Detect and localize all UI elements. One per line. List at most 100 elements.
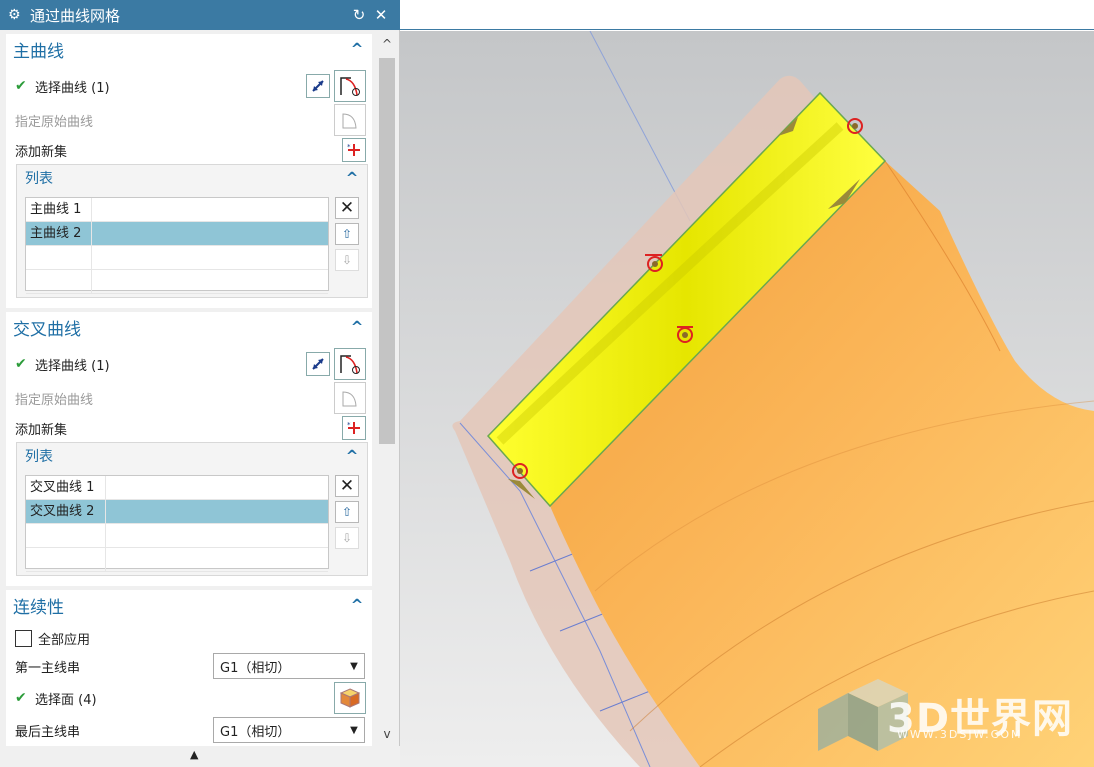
curve-rule-button[interactable] (334, 348, 366, 380)
table-row (26, 246, 328, 270)
collapse-icon[interactable]: ^ (348, 40, 366, 58)
table-row[interactable]: 交叉曲线 2 (26, 500, 328, 524)
move-down-button[interactable]: ⇩ (335, 527, 359, 549)
primary-curves-header[interactable]: 主曲线 ^ (6, 34, 372, 64)
collapse-icon[interactable]: ^ (343, 169, 361, 187)
curve-rule-button[interactable] (334, 70, 366, 102)
select-curve-label: 选择曲线 (1) (35, 358, 110, 374)
add-icon: * (347, 421, 360, 434)
dialog-panel: ⚙ 通过曲线网格 ↻ ✕ 主曲线 ^ ✔ 选择曲线 (1) 指定原始曲线 添加新… (0, 0, 400, 767)
origin-curve-icon (342, 391, 357, 407)
first-primary-select[interactable]: G1（相切） ▼ (213, 653, 365, 679)
scrollbar-thumb[interactable] (379, 58, 395, 444)
apply-all-row[interactable]: 全部应用 (6, 624, 372, 652)
table-row (26, 524, 328, 548)
continuity-header[interactable]: 连续性 ^ (6, 590, 372, 620)
move-up-button[interactable]: ⇧ (335, 501, 359, 523)
specify-origin-curve-row: 指定原始曲线 (6, 106, 372, 134)
table-row[interactable]: 主曲线 1 (26, 198, 328, 222)
specify-origin-curve-row: 指定原始曲线 (6, 384, 372, 412)
primary-curves-table: 主曲线 1 主曲线 2 (25, 197, 329, 294)
list-item[interactable]: 交叉曲线 2 (26, 500, 106, 523)
specify-origin-curve-button[interactable] (334, 104, 366, 136)
select-face-button[interactable] (334, 682, 366, 714)
collapse-icon[interactable]: ^ (343, 447, 361, 465)
list-item[interactable]: 交叉曲线 1 (26, 476, 106, 499)
primary-list-title: 列表 (25, 171, 53, 187)
continuity-group: 连续性 ^ 全部应用 第一主线串 G1（相切） ▼ ✔ 选择面 (4) 最后主线… (6, 590, 372, 746)
first-primary-label: 第一主线串 (15, 660, 81, 676)
origin-curve-icon (342, 113, 357, 129)
gear-icon[interactable]: ⚙ (8, 7, 26, 23)
curve-rule-icon (340, 355, 360, 374)
table-row[interactable]: 交叉曲线 1 (26, 476, 328, 500)
move-up-button[interactable]: ⇧ (335, 223, 359, 245)
collapse-icon[interactable]: ^ (348, 318, 366, 336)
list-item[interactable]: 主曲线 2 (26, 222, 92, 245)
cross-list-header[interactable]: 列表 ^ (17, 443, 367, 469)
add-new-set-button[interactable]: * (342, 138, 366, 162)
svg-text:*: * (347, 421, 351, 429)
dialog-title-bar: ⚙ 通过曲线网格 ↻ ✕ (0, 0, 400, 30)
dropdown-arrow-icon: ▼ (350, 724, 358, 736)
last-primary-value: G1（相切） (220, 724, 291, 740)
arrow-down-icon: ⇩ (341, 253, 353, 267)
viewport-top-strip (400, 0, 1094, 30)
arrow-up-icon: ⇧ (341, 227, 353, 241)
reset-icon[interactable]: ↻ (348, 6, 370, 24)
primary-list-header[interactable]: 列表 ^ (17, 165, 367, 191)
reverse-direction-button[interactable] (306, 74, 330, 98)
add-new-set-button[interactable]: * (342, 416, 366, 440)
dropdown-arrow-icon: ▼ (350, 660, 358, 672)
scroll-up-icon[interactable]: ^ (376, 34, 398, 54)
collapse-icon[interactable]: ^ (348, 596, 366, 614)
table-row[interactable]: 主曲线 2 (26, 222, 328, 246)
table-row (26, 548, 328, 572)
add-new-set-row: 添加新集 (6, 136, 372, 164)
table-row (26, 270, 328, 294)
move-down-button[interactable]: ⇩ (335, 249, 359, 271)
add-new-set-label: 添加新集 (15, 422, 68, 438)
primary-curves-title: 主曲线 (13, 41, 64, 62)
select-face-label: 选择面 (4) (35, 692, 97, 708)
specify-origin-curve-label: 指定原始曲线 (15, 392, 94, 408)
reverse-direction-icon (312, 358, 324, 370)
close-icon[interactable]: ✕ (370, 6, 392, 24)
primary-curves-group: 主曲线 ^ ✔ 选择曲线 (1) 指定原始曲线 添加新集 * 列表 ^ 主曲线 … (6, 34, 372, 308)
svg-text:*: * (347, 143, 351, 151)
cross-curves-header[interactable]: 交叉曲线 ^ (6, 312, 372, 342)
scroll-down-icon[interactable]: v (376, 724, 398, 744)
check-icon: ✔ (15, 356, 27, 372)
apply-all-checkbox[interactable] (15, 629, 32, 647)
specify-origin-curve-button[interactable] (334, 382, 366, 414)
list-item[interactable]: 主曲线 1 (26, 198, 92, 221)
cross-curves-table: 交叉曲线 1 交叉曲线 2 (25, 475, 329, 572)
cad-model-scene[interactable] (400, 31, 1094, 767)
arrow-down-icon: ⇩ (341, 531, 353, 545)
add-new-set-label: 添加新集 (15, 144, 68, 160)
last-primary-label: 最后主线串 (15, 724, 81, 740)
panel-scrollbar[interactable]: ^ v (376, 30, 398, 746)
add-icon: * (347, 143, 360, 156)
cross-curves-group: 交叉曲线 ^ ✔ 选择曲线 (1) 指定原始曲线 添加新集 * 列表 ^ 交叉曲… (6, 312, 372, 586)
reverse-direction-button[interactable] (306, 352, 330, 376)
reverse-direction-icon (312, 80, 324, 92)
expand-more-icon[interactable]: ▲ (190, 748, 198, 761)
specify-origin-curve-label: 指定原始曲线 (15, 114, 94, 130)
remove-button[interactable]: ✕ (335, 197, 359, 219)
select-face-row[interactable]: ✔ 选择面 (4) (6, 684, 372, 712)
cross-curves-title: 交叉曲线 (13, 319, 81, 340)
dialog-title: 通过曲线网格 (30, 6, 121, 25)
face-cube-icon (339, 688, 361, 708)
first-primary-value: G1（相切） (220, 660, 291, 676)
remove-icon: ✕ (339, 476, 355, 496)
cross-list-subgroup: 列表 ^ 交叉曲线 1 交叉曲线 2 ✕ ⇧ ⇩ (16, 442, 368, 576)
arrow-up-icon: ⇧ (341, 505, 353, 519)
remove-button[interactable]: ✕ (335, 475, 359, 497)
dialog-content: 主曲线 ^ ✔ 选择曲线 (1) 指定原始曲线 添加新集 * 列表 ^ 主曲线 … (0, 30, 376, 746)
last-primary-select[interactable]: G1（相切） ▼ (213, 717, 365, 743)
remove-icon: ✕ (339, 198, 355, 218)
graphics-viewport[interactable]: 3D世界网 WWW.3DSJW.COM (400, 0, 1094, 767)
cross-list-title: 列表 (25, 449, 53, 465)
apply-all-label: 全部应用 (38, 632, 91, 648)
